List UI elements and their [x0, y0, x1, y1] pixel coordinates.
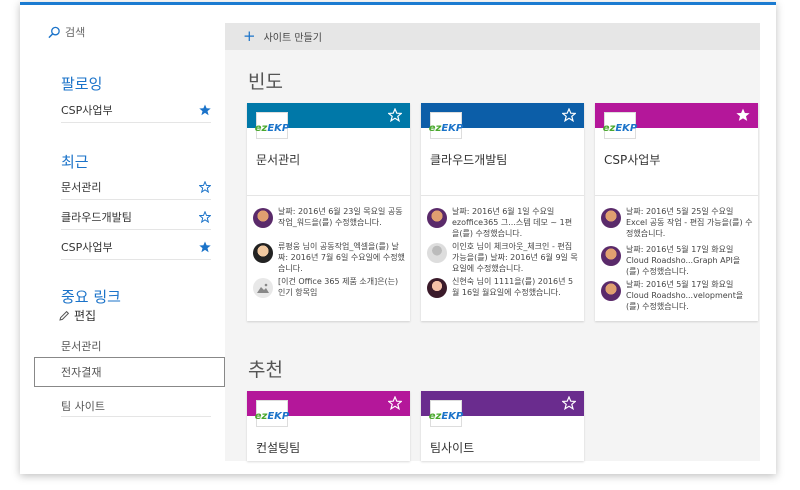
search-placeholder: 검색 — [65, 26, 86, 39]
site-card-team[interactable]: ez EKP 팀사이트 — [421, 391, 584, 461]
avatar — [253, 243, 273, 263]
site-card-csp[interactable]: ez EKP CSP사업부 날짜: 2016년 5월 25일 수요일 Excel … — [595, 103, 758, 321]
sidebar: 검색 팔로잉 CSP사업부 최근 문서관리 클라우드개발팀 CSP사업부 중요 … — [20, 5, 225, 474]
main-content: + 사이트 만들기 빈도 ez EKP 문서관리 날짜: 2016년 6월 23일… — [225, 23, 760, 461]
site-card-docs[interactable]: ez EKP 문서관리 날짜: 2016년 6월 23일 목요일 공동작업_워드을… — [247, 103, 410, 321]
search-box[interactable]: 검색 — [48, 24, 85, 40]
card-title: 컨설팅팀 — [256, 441, 301, 455]
site-card-consulting[interactable]: ez EKP 컨설팅팀 — [247, 391, 410, 461]
recent-item-cloud[interactable]: 클라우드개발팀 — [61, 204, 211, 230]
recommended-heading: 추천 — [248, 359, 283, 381]
activity-item[interactable]: 류평웅 님이 공동작업_엑셀을(를) 날짜: 2016년 7월 6일 수요일에 … — [253, 241, 405, 274]
recent-item-label: 문서관리 — [61, 180, 102, 194]
site-card-cloud[interactable]: ez EKP 클라우드개발팀 날짜: 2016년 6월 1일 수요일 ezoffi… — [421, 103, 584, 321]
star-outline-icon[interactable] — [388, 396, 402, 410]
toolbar: + 사이트 만들기 — [225, 23, 760, 50]
create-site-button[interactable]: 사이트 만들기 — [264, 29, 322, 44]
link-docs[interactable]: 문서관리 — [61, 338, 101, 354]
frequent-heading: 빈도 — [248, 71, 283, 93]
edit-links-button[interactable]: 편집 — [58, 307, 96, 324]
star-outline-icon[interactable] — [199, 210, 211, 223]
recent-item-csp[interactable]: CSP사업부 — [61, 234, 211, 260]
activity-item[interactable]: 이인호 님이 체크아웃_체크인 - 편집 가능을(를) 날짜: 2016년 6월… — [427, 241, 579, 274]
avatar — [601, 281, 621, 301]
link-approval-label: 전자결재 — [61, 366, 102, 379]
ezekp-logo: ez EKP — [255, 112, 289, 139]
activity-text: 이인호 님이 체크아웃_체크인 - 편집 가능을(를) 날짜: 2016년 6월… — [452, 242, 578, 273]
link-approval[interactable]: 전자결재 — [34, 357, 225, 387]
star-filled-icon[interactable] — [199, 241, 211, 253]
image-icon — [253, 278, 273, 298]
star-outline-icon[interactable] — [199, 180, 211, 193]
ezekp-logo: ez EKP — [603, 112, 637, 139]
app-window: 검색 팔로잉 CSP사업부 최근 문서관리 클라우드개발팀 CSP사업부 중요 … — [20, 2, 776, 474]
recent-item-docs[interactable]: 문서관리 — [61, 174, 211, 200]
star-outline-icon[interactable] — [562, 396, 576, 410]
ezekp-logo: ez EKP — [429, 112, 463, 139]
avatar — [427, 278, 447, 298]
activity-text: 날짜: 2016년 5월 17일 화요일 Cloud Roadsho...Gra… — [626, 245, 741, 276]
activity-text: 날짜: 2016년 6월 23일 목요일 공동작업_워드을(를) 수정했습니다. — [278, 207, 403, 227]
activity-text: 류평웅 님이 공동작업_엑셀을(를) 날짜: 2016년 7월 6일 수요일에 … — [278, 242, 405, 273]
pencil-icon — [59, 310, 70, 321]
recent-item-label: CSP사업부 — [61, 240, 113, 254]
avatar — [601, 208, 621, 228]
card-divider — [595, 195, 758, 196]
following-item-csp[interactable]: CSP사업부 — [61, 97, 211, 123]
plus-icon[interactable]: + — [243, 29, 256, 44]
avatar — [253, 208, 273, 228]
card-divider — [421, 195, 584, 196]
card-title: 문서관리 — [256, 153, 301, 167]
important-links-title: 중요 링크 — [61, 288, 121, 306]
ezekp-logo: ez EKP — [255, 400, 289, 427]
star-outline-icon[interactable] — [388, 108, 402, 122]
activity-item[interactable]: 날짜: 2016년 6월 1일 수요일 ezoffice365 그...스템 데… — [427, 206, 579, 239]
activity-text: 날짜: 2016년 5월 25일 수요일 Excel 공동 작업 - 편집 가능… — [626, 207, 753, 238]
activity-text: 날짜: 2016년 6월 1일 수요일 ezoffice365 그...스템 데… — [452, 207, 573, 238]
activity-item[interactable]: 날짜: 2016년 6월 23일 목요일 공동작업_워드을(를) 수정했습니다. — [253, 206, 405, 228]
following-title: 팔로잉 — [61, 75, 103, 93]
star-outline-icon[interactable] — [562, 108, 576, 122]
avatar-placeholder — [427, 243, 447, 263]
search-icon — [48, 26, 60, 38]
star-filled-icon[interactable] — [199, 104, 211, 116]
avatar — [427, 208, 447, 228]
edit-label: 편집 — [74, 309, 97, 323]
card-title: 클라우드개발팀 — [430, 153, 508, 167]
recent-title: 최근 — [61, 153, 89, 171]
link-team-site[interactable]: 팀 사이트 — [61, 398, 105, 414]
activity-item[interactable]: 날짜: 2016년 5월 17일 화요일 Cloud Roadsho...vel… — [601, 279, 753, 312]
activity-item[interactable]: 신현숙 님이 1111을(를) 2016년 5월 16일 월요일에 수정했습니다… — [427, 276, 579, 298]
card-divider — [247, 195, 410, 196]
card-title: CSP사업부 — [604, 153, 661, 167]
divider — [61, 416, 211, 417]
activity-item[interactable]: 날짜: 2016년 5월 25일 수요일 Excel 공동 작업 - 편집 가능… — [601, 206, 753, 239]
avatar — [601, 246, 621, 266]
activity-item[interactable]: 날짜: 2016년 5월 17일 화요일 Cloud Roadsho...Gra… — [601, 244, 753, 277]
recent-item-label: 클라우드개발팀 — [61, 210, 132, 224]
card-title: 팀사이트 — [430, 441, 475, 455]
activity-item[interactable]: [이건 Office 365 제품 소개]은(는) 인기 항목임 — [253, 276, 405, 298]
activity-text: [이건 Office 365 제품 소개]은(는) 인기 항목임 — [278, 277, 399, 297]
following-item-label: CSP사업부 — [61, 103, 113, 117]
star-filled-icon[interactable] — [736, 108, 750, 122]
activity-text: 신현숙 님이 1111을(를) 2016년 5월 16일 월요일에 수정했습니다… — [452, 277, 574, 297]
activity-text: 날짜: 2016년 5월 17일 화요일 Cloud Roadsho...vel… — [626, 280, 744, 311]
ezekp-logo: ez EKP — [429, 400, 463, 427]
